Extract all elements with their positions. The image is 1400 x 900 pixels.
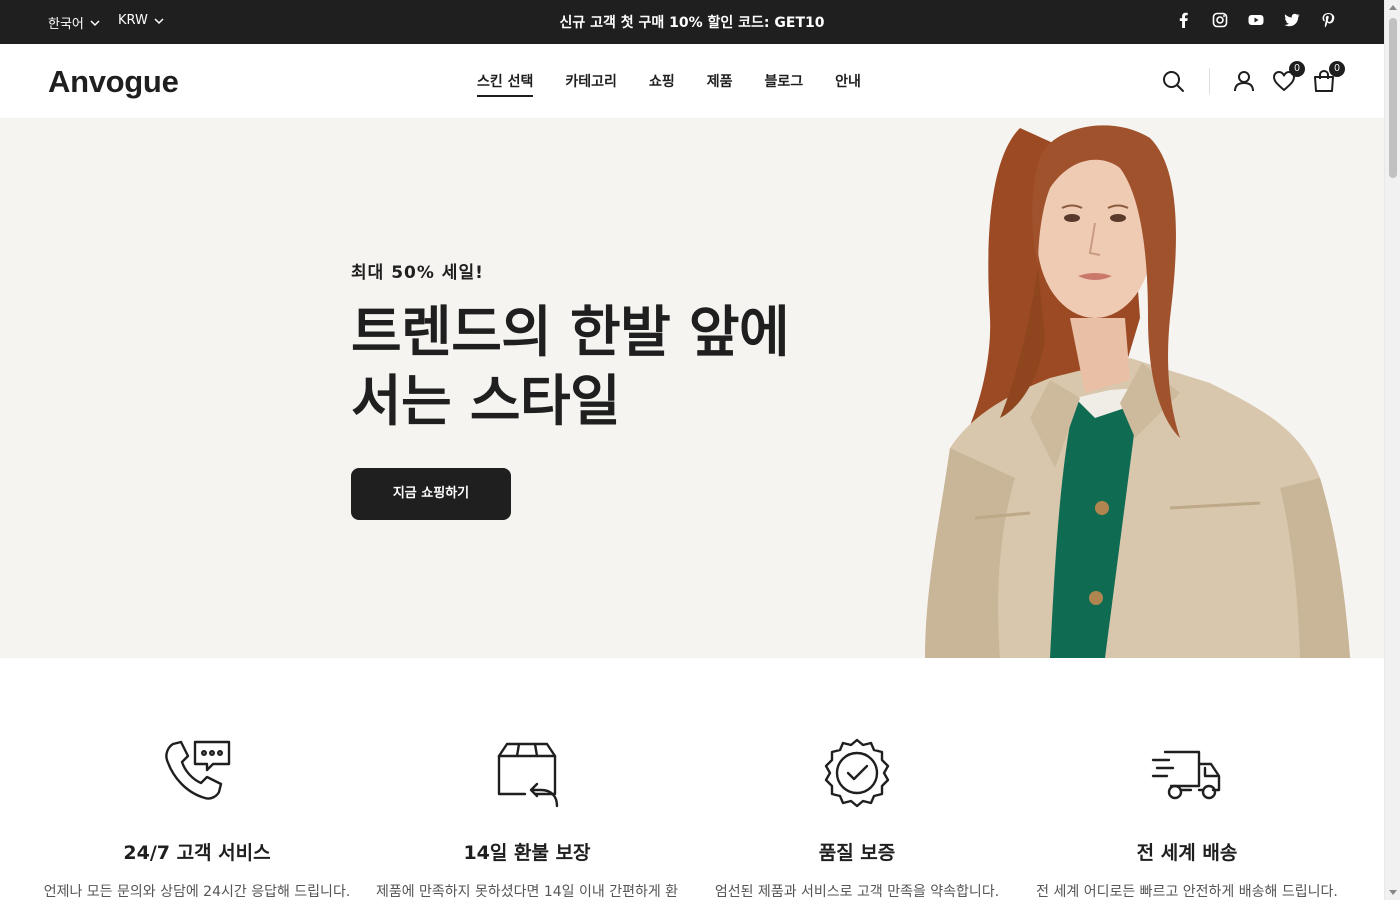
quality-badge-icon bbox=[821, 738, 893, 810]
nav-item-skin-select[interactable]: 스킨 선택 bbox=[477, 71, 534, 97]
top-announcement-bar: 한국어 KRW 신규 고객 첫 구매 10% 할인 코드: GET10 bbox=[0, 0, 1384, 44]
header-actions: 0 0 bbox=[1161, 61, 1345, 94]
scrollbar-thumb[interactable] bbox=[1389, 18, 1397, 178]
wishlist-icon[interactable]: 0 bbox=[1272, 61, 1305, 93]
cart-icon[interactable]: 0 bbox=[1312, 61, 1345, 93]
nav-item-product[interactable]: 제품 bbox=[707, 71, 733, 97]
feature-description: 제품에 만족하지 못하셨다면 14일 이내 간편하게 환불해 드립니다. bbox=[375, 884, 679, 900]
hero-title-line2: 서는 스타일 bbox=[351, 369, 621, 433]
facebook-icon[interactable] bbox=[1176, 12, 1192, 28]
box-return-icon bbox=[491, 738, 563, 810]
pinterest-icon[interactable] bbox=[1320, 12, 1336, 28]
search-icon[interactable] bbox=[1161, 69, 1185, 93]
scroll-up-arrow-icon[interactable] bbox=[1389, 5, 1397, 10]
scroll-down-arrow-icon[interactable] bbox=[1389, 890, 1397, 895]
feature-quality: 품질 보증 엄선된 제품과 서비스로 고객 만족을 약속합니다. bbox=[692, 738, 1022, 900]
hero-kicker: 최대 50% 세일! bbox=[351, 263, 484, 283]
social-links bbox=[1176, 12, 1336, 28]
feature-description: 언제나 모든 문의와 상담에 24시간 응답해 드립니다. bbox=[43, 884, 351, 900]
nav-item-info[interactable]: 안내 bbox=[835, 71, 861, 97]
delivery-truck-icon bbox=[1151, 738, 1223, 810]
hero-model-image bbox=[925, 125, 1350, 658]
page-scrollbar[interactable] bbox=[1384, 0, 1400, 900]
nav-item-blog[interactable]: 블로그 bbox=[764, 71, 803, 97]
feature-refund: 14일 환불 보장 제품에 만족하지 못하셨다면 14일 이내 간편하게 환불해… bbox=[362, 738, 692, 900]
nav-item-category[interactable]: 카테고리 bbox=[565, 71, 617, 97]
feature-title: 24/7 고객 서비스 bbox=[123, 842, 271, 864]
instagram-icon[interactable] bbox=[1212, 12, 1228, 28]
nav-item-shop[interactable]: 쇼핑 bbox=[649, 71, 675, 97]
phone-chat-icon bbox=[161, 738, 233, 810]
shop-now-button[interactable]: 지금 쇼핑하기 bbox=[351, 468, 511, 520]
feature-description: 전 세계 어디로든 빠르고 안전하게 배송해 드립니다. bbox=[1036, 884, 1338, 900]
features-section: 24/7 고객 서비스 언제나 모든 문의와 상담에 24시간 응답해 드립니다… bbox=[0, 658, 1384, 900]
feature-title: 품질 보증 bbox=[818, 842, 896, 864]
twitter-icon[interactable] bbox=[1284, 12, 1300, 28]
feature-customer-service: 24/7 고객 서비스 언제나 모든 문의와 상담에 24시간 응답해 드립니다… bbox=[32, 738, 362, 900]
header-divider bbox=[1209, 68, 1210, 94]
feature-title: 전 세계 배송 bbox=[1136, 842, 1238, 864]
hero-banner: 최대 50% 세일! 트렌드의 한발 앞에 서는 스타일 지금 쇼핑하기 bbox=[0, 118, 1384, 658]
hero-title-line1: 트렌드의 한발 앞에 bbox=[351, 300, 790, 364]
site-logo[interactable]: Anvogue bbox=[48, 64, 179, 100]
cart-count-badge: 0 bbox=[1329, 61, 1345, 77]
wishlist-count-badge: 0 bbox=[1289, 61, 1305, 77]
hero-title: 트렌드의 한발 앞에 서는 스타일 bbox=[351, 298, 871, 436]
feature-description: 엄선된 제품과 서비스로 고객 만족을 약속합니다. bbox=[714, 884, 1000, 900]
main-nav: 스킨 선택 카테고리 쇼핑 제품 블로그 안내 bbox=[477, 71, 861, 97]
youtube-icon[interactable] bbox=[1248, 12, 1264, 28]
account-icon[interactable] bbox=[1232, 69, 1256, 93]
main-header: Anvogue 스킨 선택 카테고리 쇼핑 제품 블로그 안내 0 0 bbox=[0, 44, 1384, 118]
feature-title: 14일 환불 보장 bbox=[463, 842, 591, 864]
feature-worldwide-shipping: 전 세계 배송 전 세계 어디로든 빠르고 안전하게 배송해 드립니다. bbox=[1022, 738, 1352, 900]
